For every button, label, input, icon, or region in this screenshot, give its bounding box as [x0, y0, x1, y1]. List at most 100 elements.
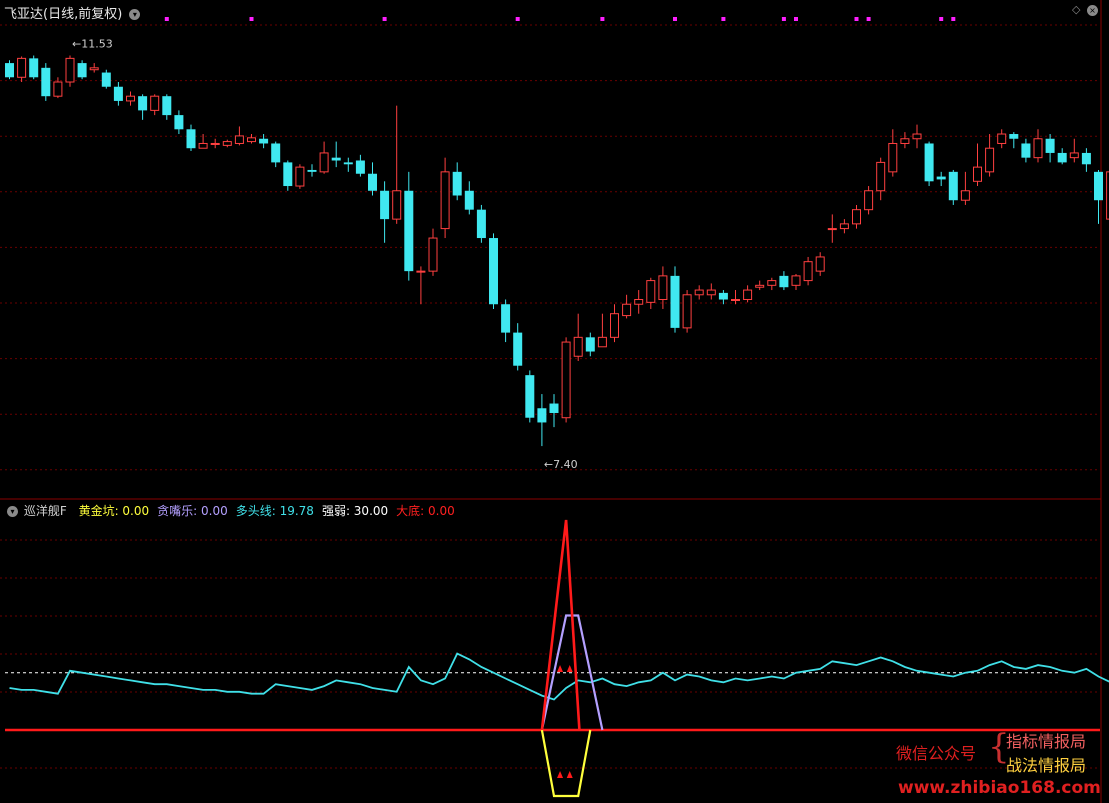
candle-body [682, 294, 692, 329]
candle-body [416, 270, 426, 273]
indicator-item: 贪嘴乐: 0.00 [157, 504, 228, 518]
candle-body [440, 171, 450, 230]
candle-body [259, 138, 269, 144]
candle-body [864, 190, 874, 211]
candle-body [295, 166, 305, 187]
candle-body [1094, 171, 1103, 201]
chart-title: 飞亚达(日线,前复权) ▾ [4, 3, 143, 22]
candle-body [53, 81, 63, 97]
candle-body [1009, 134, 1019, 139]
arrow-up-icon [557, 771, 564, 778]
candlestick-series: ←11.53 ←7.40 [5, 38, 1109, 471]
candle-body [876, 161, 886, 192]
arrow-up-icon [566, 771, 573, 778]
candle-body [513, 332, 523, 366]
candle-body [77, 63, 87, 78]
candle-body [815, 256, 825, 272]
arrow-up-icon [557, 665, 564, 672]
candle-body [355, 160, 365, 174]
candle-body [985, 147, 995, 173]
candle-body [670, 275, 680, 328]
signal-marker [600, 17, 605, 21]
candle-body [186, 129, 196, 149]
candle-body [900, 138, 910, 144]
candle-body [718, 292, 728, 300]
period-label: (日线,前复权) [43, 7, 123, 22]
candle-body [585, 337, 595, 352]
candle-body [936, 176, 946, 180]
indicator-values: 黄金坑: 0.00 贪嘴乐: 0.00 多头线: 19.78 强弱: 30.00 大底:… [73, 504, 457, 518]
chevron-down-icon[interactable]: ▾ [129, 9, 141, 20]
candle-body [101, 72, 111, 87]
candle-body [1021, 143, 1031, 158]
candle-body [452, 171, 462, 196]
chevron-down-icon[interactable]: ▾ [7, 506, 18, 517]
candle-body [476, 209, 486, 239]
candle-body [706, 289, 716, 296]
candle-body [404, 190, 414, 272]
close-icon[interactable]: × [1087, 4, 1098, 16]
watermark-right1: 指标情报局 [1006, 732, 1087, 751]
signal-marker [939, 17, 944, 21]
candle-body [89, 67, 99, 71]
candle-body [210, 142, 220, 145]
signal-markers [164, 17, 956, 21]
indicator-item: 多头线: 19.78 [235, 504, 314, 518]
arrow-up-icon [566, 665, 573, 672]
candle-body [912, 133, 922, 140]
candle-body [380, 190, 390, 220]
candle-body [271, 143, 281, 163]
candle-body [307, 169, 317, 172]
signal-marker [866, 17, 871, 21]
candle-body [888, 142, 898, 173]
candle-body [634, 299, 644, 305]
signal-marker [673, 17, 677, 21]
signal-marker [854, 17, 859, 21]
price-annotation: ←7.40 [544, 458, 578, 471]
candle-body [948, 171, 958, 201]
candle-body [743, 289, 753, 301]
candle-body [839, 223, 849, 230]
indicator-name: 巡洋舰F [23, 504, 67, 518]
candle-body [597, 336, 607, 348]
indicator-item: 黄金坑: 0.00 [78, 504, 150, 518]
corner-icons: ◇ × [1072, 3, 1101, 16]
indicator-header: ▾ 巡洋舰F 黄金坑: 0.00 贪嘴乐: 0.00 多头线: 19.78 强弱: 3… [4, 502, 459, 519]
candle-body [29, 58, 39, 78]
indicator-item: 强弱: 30.00 [321, 504, 389, 518]
candle-body [138, 96, 148, 111]
candle-body [113, 86, 123, 101]
price-annotation: ←11.53 [72, 38, 113, 51]
candle-body [428, 237, 438, 272]
candle-body [924, 143, 934, 182]
candle-body [1057, 152, 1067, 163]
candle-body [573, 336, 583, 357]
candle-body [41, 67, 51, 97]
candle-body [319, 152, 329, 173]
candle-body [537, 408, 547, 423]
candle-body [247, 137, 256, 143]
candle-body [489, 238, 498, 305]
candle-body [622, 303, 632, 317]
golden-pit-line [540, 729, 592, 798]
candle-body [368, 173, 377, 191]
indicator-item: 大底: 0.00 [396, 504, 455, 518]
candle-body [234, 135, 244, 144]
candle-body [646, 280, 656, 303]
candle-body [803, 261, 813, 282]
chart-canvas: ←11.53 ←7.40 [0, 0, 1109, 803]
diamond-icon[interactable]: ◇ [1072, 3, 1080, 16]
candle-body [755, 284, 765, 288]
candle-body [1069, 152, 1079, 159]
candle-body [1045, 138, 1055, 153]
candle-body [658, 275, 668, 301]
candle-body [852, 209, 861, 225]
candle-body [5, 63, 14, 78]
candle-body [343, 162, 353, 165]
candle-body [283, 162, 293, 187]
signal-marker [515, 17, 520, 21]
candle-body [779, 275, 789, 288]
bull-line [9, 652, 1109, 701]
candle-body [1033, 138, 1043, 159]
watermark-wechat: 微信公众号 [896, 744, 977, 763]
